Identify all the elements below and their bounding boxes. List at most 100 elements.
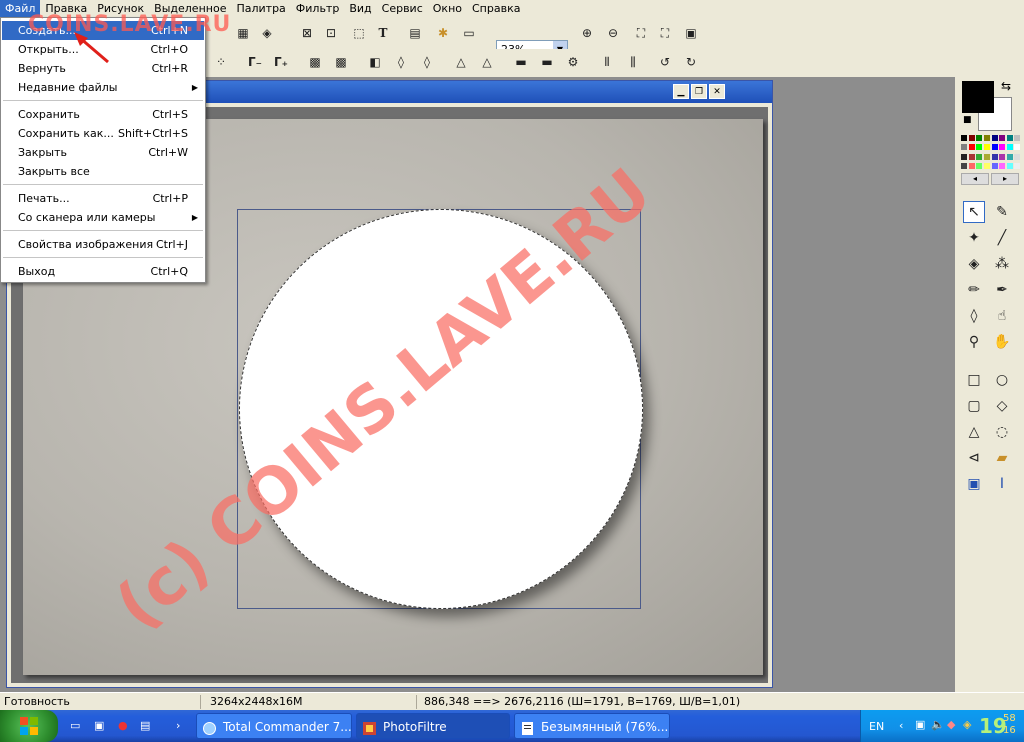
- palette-swatch[interactable]: [1006, 153, 1013, 160]
- color-palette[interactable]: [961, 135, 1021, 171]
- brush-tool-icon[interactable]: ✏: [963, 279, 985, 301]
- language-indicator[interactable]: EN: [869, 720, 884, 733]
- contrast-icon[interactable]: ◧: [366, 53, 384, 71]
- blur-tool-icon[interactable]: ◊: [963, 305, 985, 327]
- rounded-rect-tool-icon[interactable]: ▢: [963, 395, 985, 417]
- palette-swatch[interactable]: [1006, 135, 1013, 141]
- menu-item-print[interactable]: Печать... Ctrl+P: [2, 189, 204, 208]
- palette-right-icon[interactable]: ▸: [991, 173, 1019, 185]
- diamond-tool-icon[interactable]: ◇: [991, 395, 1013, 417]
- menu-item-save-as[interactable]: Сохранить как... Shift+Ctrl+S: [2, 124, 204, 143]
- palette-icon[interactable]: ◈: [258, 24, 276, 42]
- menu-item-save[interactable]: Сохранить Ctrl+S: [2, 105, 204, 124]
- pointer-tool-icon[interactable]: ↖: [963, 201, 985, 223]
- palette-swatch[interactable]: [961, 162, 967, 169]
- palette-swatch[interactable]: [961, 135, 967, 141]
- tray-network-icon[interactable]: ◆: [947, 718, 955, 731]
- palette-swatch[interactable]: [968, 162, 975, 169]
- stamp-tool-icon[interactable]: ⚲: [963, 331, 985, 353]
- close-icon[interactable]: ✕: [709, 84, 725, 99]
- quicklaunch-more-icon[interactable]: ›: [176, 719, 190, 733]
- gamma-plus-icon[interactable]: Γ₊: [272, 53, 290, 71]
- sharpen-icon[interactable]: △: [452, 53, 470, 71]
- rotate-right-icon[interactable]: ↻: [682, 53, 700, 71]
- palette-swatch[interactable]: [1014, 162, 1021, 169]
- spray-tool-icon[interactable]: ⁂: [991, 253, 1013, 275]
- texture-icon[interactable]: ▩: [332, 53, 350, 71]
- palette-swatch[interactable]: [991, 144, 998, 151]
- hand-tool-icon[interactable]: ✋: [991, 331, 1013, 353]
- palette-left-icon[interactable]: ◂: [961, 173, 989, 185]
- rgb-icon[interactable]: ▬: [512, 53, 530, 71]
- palette-swatch[interactable]: [976, 153, 983, 160]
- pattern-icon[interactable]: ▩: [306, 53, 324, 71]
- palette-swatch[interactable]: [968, 135, 975, 141]
- open-folder-icon[interactable]: ▰: [991, 447, 1013, 469]
- grayscale-icon[interactable]: ▬: [538, 53, 556, 71]
- task-photofiltre[interactable]: PhotoFiltre: [356, 713, 510, 739]
- zoom-in-icon[interactable]: ⊕: [578, 24, 596, 42]
- menu-item-properties[interactable]: Свойства изображения Ctrl+J: [2, 235, 204, 254]
- fullscreen-icon[interactable]: ▣: [682, 24, 700, 42]
- menu-item-close[interactable]: Закрыть Ctrl+W: [2, 143, 204, 162]
- adjust-icon[interactable]: ⊡: [322, 24, 340, 42]
- palette-swatch[interactable]: [999, 144, 1006, 151]
- menu-tools[interactable]: Сервис: [377, 0, 428, 17]
- magic-wand-tool-icon[interactable]: ✦: [963, 227, 985, 249]
- quicklaunch-explorer-icon[interactable]: ▣: [94, 719, 108, 733]
- minimize-icon[interactable]: ▁: [673, 84, 689, 99]
- sharpen-more-icon[interactable]: △: [478, 53, 496, 71]
- polygon-tool-icon[interactable]: ⊲: [963, 447, 985, 469]
- menu-filter[interactable]: Фильтр: [291, 0, 345, 17]
- menu-view[interactable]: Вид: [344, 0, 376, 17]
- select-all-icon[interactable]: ▣: [963, 473, 985, 495]
- palette-swatch[interactable]: [1014, 153, 1021, 160]
- palette-swatch[interactable]: [999, 162, 1006, 169]
- palette-swatch[interactable]: [1014, 144, 1021, 151]
- tray-app-icon[interactable]: ▣: [915, 718, 925, 731]
- volume-icon[interactable]: 🔈: [931, 718, 945, 731]
- gamma-minus-icon[interactable]: Γ₋: [246, 53, 264, 71]
- zoom-out-icon[interactable]: ⊖: [604, 24, 622, 42]
- palette-swatch[interactable]: [1006, 162, 1013, 169]
- triangle-tool-icon[interactable]: △: [963, 421, 985, 443]
- palette-swatch[interactable]: [983, 135, 990, 141]
- menu-item-exit[interactable]: Выход Ctrl+Q: [2, 262, 204, 281]
- grid-icon[interactable]: ▦: [234, 24, 252, 42]
- effects-icon[interactable]: ⚙: [564, 53, 582, 71]
- restore-icon[interactable]: ❐: [691, 84, 707, 99]
- palette-swatch[interactable]: [999, 153, 1006, 160]
- quicklaunch-opera-icon[interactable]: ●: [118, 719, 132, 733]
- menu-palette[interactable]: Палитра: [231, 0, 290, 17]
- layers-icon[interactable]: ▤: [406, 24, 424, 42]
- palette-swatch[interactable]: [961, 153, 967, 160]
- palette-swatch[interactable]: [983, 153, 990, 160]
- menu-help[interactable]: Справка: [467, 0, 525, 17]
- tray-expand-icon[interactable]: ‹: [899, 719, 903, 732]
- rectangle-tool-icon[interactable]: □: [963, 369, 985, 391]
- dots-icon[interactable]: ⁘: [212, 53, 230, 71]
- menu-item-recent-files[interactable]: Недавние файлы ▶: [2, 78, 204, 97]
- palette-swatch[interactable]: [976, 144, 983, 151]
- palette-swatch[interactable]: [968, 144, 975, 151]
- lasso-tool-icon[interactable]: ◌: [991, 421, 1013, 443]
- smudge-tool-icon[interactable]: ☝: [991, 305, 1013, 327]
- settings-icon[interactable]: ✱: [434, 24, 452, 42]
- palette-swatch[interactable]: [999, 135, 1006, 141]
- palette-swatch[interactable]: [1014, 135, 1021, 141]
- quicklaunch-save-icon[interactable]: ▤: [140, 719, 154, 733]
- ellipse-tool-icon[interactable]: ○: [991, 369, 1013, 391]
- palette-swatch[interactable]: [991, 153, 998, 160]
- advanced-brush-tool-icon[interactable]: ✒: [991, 279, 1013, 301]
- actual-size-icon[interactable]: ⛶: [656, 24, 674, 42]
- show-desktop-icon[interactable]: ▭: [70, 719, 84, 733]
- transform-icon[interactable]: ⊠: [298, 24, 316, 42]
- flip-vertical-icon[interactable]: ⫼: [624, 53, 642, 71]
- palette-swatch[interactable]: [968, 153, 975, 160]
- line-tool-icon[interactable]: ╱: [991, 227, 1013, 249]
- foreground-color-swatch[interactable]: [962, 81, 994, 113]
- menu-item-close-all[interactable]: Закрыть все: [2, 162, 204, 181]
- rotate-left-icon[interactable]: ↺: [656, 53, 674, 71]
- eyedropper-tool-icon[interactable]: ✎: [991, 201, 1013, 223]
- menu-item-scanner[interactable]: Со сканера или камеры ▶: [2, 208, 204, 227]
